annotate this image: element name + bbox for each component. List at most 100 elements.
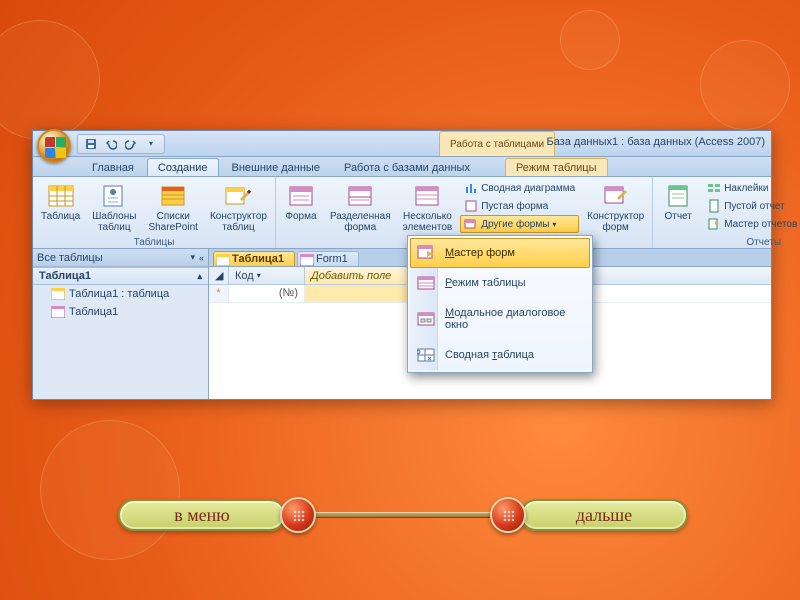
- nav-category-label: Таблица1: [39, 270, 91, 282]
- redo-icon[interactable]: [124, 137, 138, 151]
- table-templates-icon: [100, 182, 128, 210]
- tab-home[interactable]: Главная: [81, 158, 145, 176]
- nav-pane-header[interactable]: Все таблицы ▾ «: [33, 249, 208, 267]
- form-icon: [287, 182, 315, 210]
- quick-access-toolbar: ▾: [77, 134, 165, 154]
- nav-item-table1-form[interactable]: Таблица1: [33, 303, 208, 321]
- nav-next-knob[interactable]: [490, 497, 526, 533]
- tab-database-tools[interactable]: Работа с базами данных: [333, 158, 481, 176]
- tab-create[interactable]: Создание: [147, 158, 219, 176]
- chevron-down-icon[interactable]: ▾: [190, 252, 195, 263]
- form-design-icon: [602, 182, 630, 210]
- save-icon[interactable]: [84, 137, 98, 151]
- btn-report-wizard[interactable]: Мастер отчетов: [703, 215, 800, 233]
- navigation-pane: Все таблицы ▾ « Таблица1 ▴ Таблица1 : та…: [33, 249, 209, 399]
- btn-labels-label: Наклейки: [724, 183, 768, 194]
- nav-category[interactable]: Таблица1 ▴: [33, 267, 208, 285]
- column-header-add[interactable]: Добавить поле: [305, 267, 415, 284]
- col-id-label: Код: [235, 270, 254, 282]
- btn-form-design-label: Конструктор форм: [587, 211, 644, 233]
- ribbon-tabs: Главная Создание Внешние данные Работа с…: [33, 157, 771, 177]
- cell-id-new[interactable]: (№): [229, 285, 305, 302]
- btn-split-form-label: Разделенная форма: [330, 211, 391, 233]
- window-title: База данных1 : база данных (Access 2007): [546, 136, 765, 148]
- ribbon: Таблица Шаблоны таблиц Списки SharePoint…: [33, 177, 771, 249]
- btn-table[interactable]: Таблица: [37, 179, 84, 225]
- btn-pivot-chart[interactable]: Сводная диаграмма: [460, 179, 579, 197]
- btn-pivot-chart-label: Сводная диаграмма: [481, 183, 575, 194]
- doc-tab-label: Form1: [316, 253, 348, 265]
- nav-pane-title: Все таблицы: [37, 252, 103, 264]
- table-design-icon: [224, 182, 252, 210]
- btn-more-forms-label: Другие формы: [481, 219, 549, 230]
- ribbon-group-reports: Отчет Наклейки Пустой отчет Мастер отчет…: [653, 177, 800, 248]
- menu-datasheet[interactable]: Режим таблицы: [410, 268, 590, 298]
- doc-tab-label: Таблица1: [232, 253, 284, 265]
- btn-blank-report-label: Пустой отчет: [724, 201, 784, 212]
- nav-next-button[interactable]: дальше: [520, 499, 688, 531]
- btn-table-design[interactable]: Конструктор таблиц: [206, 179, 271, 236]
- nav-item-label: Таблица1 : таблица: [69, 288, 169, 300]
- datasheet-icon: [417, 275, 435, 291]
- slide-nav: в меню дальше: [118, 494, 688, 536]
- form-wizard-icon: [417, 245, 435, 261]
- btn-multiple-items[interactable]: Несколько элементов: [399, 179, 457, 236]
- form-icon: [300, 254, 314, 266]
- doc-tab-form1[interactable]: Form1: [297, 251, 359, 266]
- cell-add-new[interactable]: [305, 285, 415, 302]
- table-icon: [51, 288, 65, 300]
- column-header-id[interactable]: Код ▾: [229, 267, 305, 284]
- table-icon: [47, 182, 75, 210]
- btn-table-label: Таблица: [41, 211, 80, 222]
- btn-table-templates-label: Шаблоны таблиц: [92, 211, 136, 233]
- nav-connector: [310, 512, 496, 518]
- btn-more-forms[interactable]: Другие формы ▾: [460, 215, 579, 233]
- report-wizard-icon: [707, 217, 721, 231]
- menu-modal-label: Модальное диалоговое окно: [445, 307, 581, 331]
- collapse-pane-icon[interactable]: «: [199, 253, 204, 263]
- table-icon: [216, 254, 230, 266]
- undo-icon[interactable]: [104, 137, 118, 151]
- btn-report-label: Отчет: [664, 211, 691, 222]
- menu-modal-dialog[interactable]: Модальное диалоговое окно: [410, 298, 590, 340]
- qat-customize-icon[interactable]: ▾: [144, 137, 158, 151]
- nav-item-label: Таблица1: [69, 306, 118, 318]
- btn-blank-form-label: Пустая форма: [481, 201, 548, 212]
- nav-item-table1-table[interactable]: Таблица1 : таблица: [33, 285, 208, 303]
- btn-form[interactable]: Форма: [280, 179, 322, 225]
- multiple-items-icon: [413, 182, 441, 210]
- report-icon: [664, 182, 692, 210]
- btn-split-form[interactable]: Разделенная форма: [326, 179, 395, 236]
- btn-blank-form[interactable]: Пустая форма: [460, 197, 579, 215]
- btn-blank-report[interactable]: Пустой отчет: [703, 197, 800, 215]
- menu-datasheet-label: Режим таблицы: [445, 277, 526, 289]
- access-window: ▾ Работа с таблицами База данных1 : база…: [32, 130, 772, 400]
- menu-pivot-table[interactable]: Сводная таблица: [410, 340, 590, 370]
- select-all-cell[interactable]: ◢: [209, 267, 229, 284]
- doc-tab-table1[interactable]: Таблица1: [213, 251, 295, 266]
- more-forms-icon: [464, 217, 478, 231]
- btn-multi-label: Несколько элементов: [403, 211, 453, 233]
- btn-report[interactable]: Отчет: [657, 179, 699, 225]
- sharepoint-icon: [159, 182, 187, 210]
- menu-form-wizard[interactable]: Мастер форм: [410, 238, 590, 268]
- tab-datasheet[interactable]: Режим таблицы: [505, 158, 608, 176]
- pivot-table-icon: [417, 347, 435, 363]
- nav-back-knob[interactable]: [280, 497, 316, 533]
- blank-form-icon: [464, 199, 478, 213]
- tab-external-data[interactable]: Внешние данные: [221, 158, 331, 176]
- form-icon: [51, 306, 65, 318]
- group-reports-label: Отчеты: [657, 236, 800, 250]
- btn-labels[interactable]: Наклейки: [703, 179, 800, 197]
- chevron-down-icon: ▾: [552, 220, 556, 229]
- btn-sharepoint-lists[interactable]: Списки SharePoint: [144, 179, 201, 236]
- sort-indicator-icon: ▾: [257, 271, 261, 280]
- btn-table-design-label: Конструктор таблиц: [210, 211, 267, 233]
- nav-back-button[interactable]: в меню: [118, 499, 286, 531]
- btn-table-templates[interactable]: Шаблоны таблиц: [88, 179, 140, 236]
- labels-icon: [707, 181, 721, 195]
- btn-report-wizard-label: Мастер отчетов: [724, 219, 797, 230]
- contextual-tab-group: Работа с таблицами: [439, 131, 555, 156]
- btn-form-design[interactable]: Конструктор форм: [583, 179, 648, 236]
- office-button[interactable]: [37, 129, 71, 163]
